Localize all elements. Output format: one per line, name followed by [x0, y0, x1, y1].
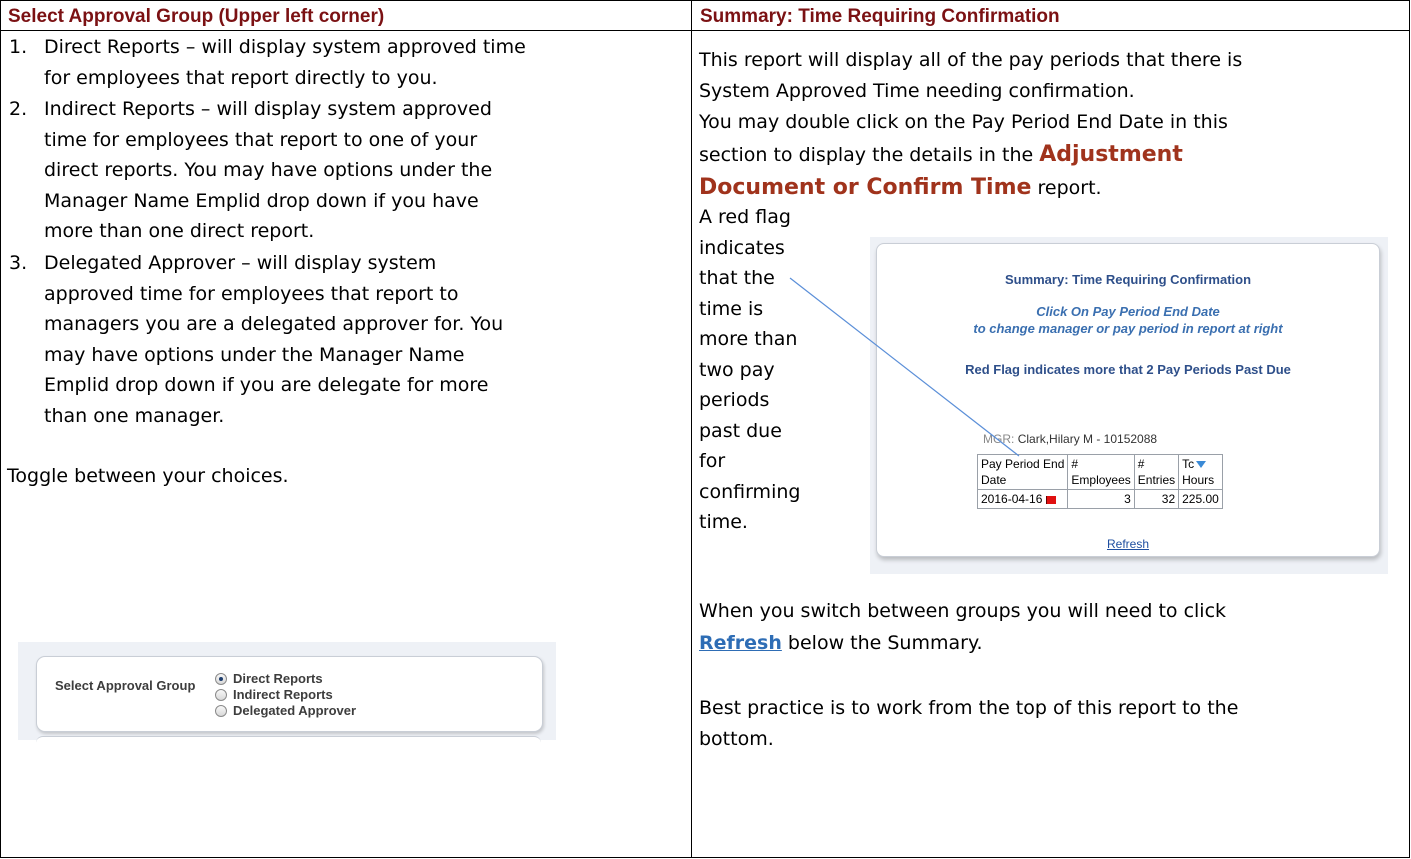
step-line: more than one direct report.	[44, 220, 315, 242]
summary-card: Summary: Time Requiring Confirmation Cli…	[876, 243, 1380, 557]
toggle-instruction: Toggle between your choices.	[7, 465, 289, 487]
summary-description-line: System Approved Time needing confirmatio…	[699, 80, 1135, 102]
step-line: may have options under the Manager Name	[44, 343, 465, 366]
summary-table: Pay Period End Date # Employees # Entries T…	[976, 454, 1223, 509]
step-line: Emplid drop down if you are delegate for…	[44, 374, 489, 396]
step-number: 3.	[9, 252, 28, 274]
step-line: approved time for employees that report …	[44, 282, 459, 305]
report-name-highlight: Adjustment	[1039, 142, 1183, 167]
red-flag-icon	[1046, 496, 1057, 504]
step-line: Direct Reports – will display system app…	[44, 36, 526, 58]
summary-refresh-link[interactable]: Refresh	[877, 537, 1379, 551]
radio-unselected-icon[interactable]	[215, 688, 227, 701]
column-header: Pay Period End Date	[976, 454, 1069, 490]
step-number: 2.	[9, 98, 28, 120]
red-flag-message: Red Flag indicates more that 2 Pay Perio…	[965, 362, 1291, 377]
radio-indirect-reports[interactable]: Indirect Reports	[215, 687, 333, 702]
step-delegated-approver: 3. Delegated Approver – will display sys…	[0, 248, 690, 432]
column-header: # Employees	[1067, 454, 1135, 490]
approval-group-screenshot: Select Approval Group Direct Reports Ind…	[18, 642, 556, 743]
double-click-instruction-line: Document or Confirm Time report.	[699, 175, 1102, 200]
best-practice-line: bottom.	[699, 728, 774, 750]
best-practice-line: Best practice is to work from the top of…	[699, 697, 1239, 719]
radio-delegated-approver[interactable]: Delegated Approver	[215, 703, 356, 718]
employees-cell: 3	[1067, 489, 1135, 509]
step-line: for employees that report directly to yo…	[44, 66, 438, 89]
step-line: Manager Name Emplid drop down if you hav…	[44, 189, 479, 212]
left-column-heading: Select Approval Group (Upper left corner…	[8, 6, 385, 27]
approval-group-label: Select Approval Group	[55, 678, 196, 693]
table-header-row: Pay Period End Date # Employees # Entries T…	[976, 454, 1223, 490]
summary-screenshot: Summary: Time Requiring Confirmation Cli…	[870, 237, 1388, 574]
summary-instruction: to change manager or pay period in repor…	[973, 321, 1283, 336]
radio-unselected-icon[interactable]	[215, 704, 227, 717]
step-number: 1.	[9, 36, 28, 58]
next-card-edge	[36, 736, 541, 743]
radio-direct-reports[interactable]: Direct Reports	[215, 671, 323, 686]
header-row-rule	[1, 30, 1409, 31]
column-divider	[691, 1, 692, 857]
switch-groups-line: When you switch between groups you will …	[699, 600, 1227, 622]
step-line: Delegated Approver – will display system	[44, 252, 437, 274]
refresh-link[interactable]: Refresh	[699, 632, 782, 654]
double-click-instruction-line: section to display the details in the Ad…	[699, 142, 1183, 167]
summary-instruction: Click On Pay Period End Date	[1036, 304, 1220, 319]
switch-groups-line: Refresh below the Summary.	[699, 632, 983, 654]
table-row[interactable]: 2016-04-16 3 32 225.00	[976, 489, 1223, 509]
approval-group-card: Select Approval Group Direct Reports Ind…	[36, 656, 543, 732]
step-direct-reports: 1. Direct Reports – will display system …	[0, 32, 690, 94]
step-indirect-reports: 2. Indirect Reports – will display syste…	[0, 94, 690, 247]
step-line: Indirect Reports – will display system a…	[44, 98, 492, 120]
double-click-instruction-line: You may double click on the Pay Period E…	[699, 111, 1228, 133]
hours-cell: 225.00	[1178, 489, 1223, 509]
summary-title: Summary: Time Requiring Confirmation	[1004, 272, 1252, 287]
pay-period-end-date-cell[interactable]: 2016-04-16	[976, 489, 1069, 509]
summary-description-line: This report will display all of the pay …	[699, 49, 1243, 71]
step-line: than one manager.	[44, 404, 225, 427]
step-line: direct reports. You may have options und…	[44, 159, 493, 181]
report-name-highlight: Document or Confirm Time	[699, 175, 1032, 200]
entries-cell: 32	[1133, 489, 1180, 509]
manager-label: MGR:	[983, 432, 1015, 446]
radio-selected-icon[interactable]	[215, 672, 227, 685]
step-line: time for employees that report to one of…	[44, 128, 478, 151]
red-flag-note: A red flag indicates that the time is mo…	[699, 206, 801, 533]
right-column-heading: Summary: Time Requiring Confirmation	[700, 6, 1060, 27]
sort-icon[interactable]	[1196, 461, 1207, 468]
manager-line: MGR: Clark,Hilary M - 10152088	[983, 432, 1157, 446]
column-header[interactable]: Tc Hours	[1178, 454, 1223, 490]
column-header: # Entries	[1133, 454, 1180, 490]
manager-value: Clark,Hilary M - 10152088	[1017, 432, 1158, 446]
step-line: managers you are a delegated approver fo…	[44, 313, 504, 335]
